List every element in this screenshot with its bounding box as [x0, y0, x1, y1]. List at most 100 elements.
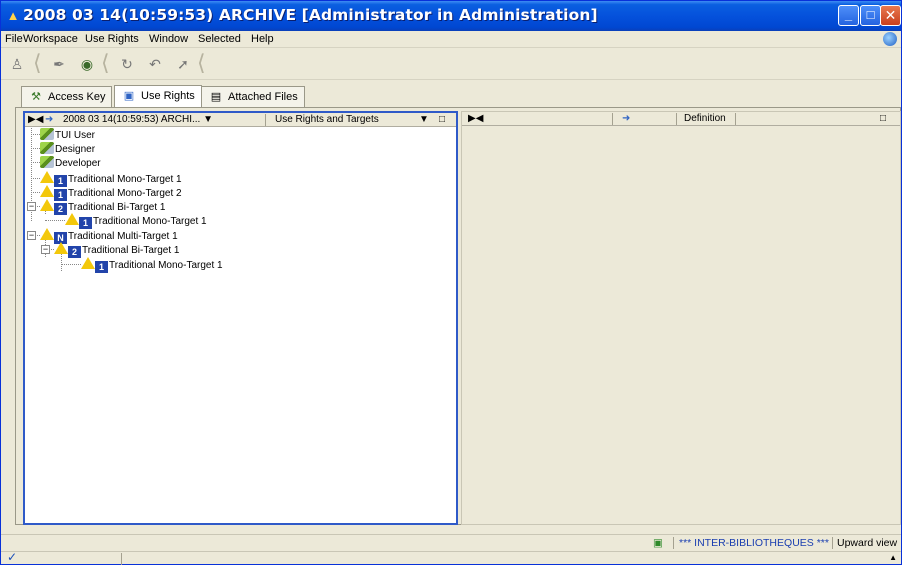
warning-icon [81, 257, 95, 269]
undo-icon[interactable]: ↶ [145, 54, 165, 74]
tree-node-designer[interactable]: Designer [31, 142, 95, 156]
header-separator [265, 114, 266, 126]
view-mode-text[interactable]: Upward view [837, 537, 897, 549]
tree-node-label: Developer [55, 158, 101, 169]
tree-node-bi-target-1[interactable]: 2 Traditional Bi-Target 1 [37, 199, 166, 215]
tree-node-label: Traditional Bi-Target 1 [82, 245, 180, 256]
tree-connector [31, 134, 40, 135]
tab-label: Use Rights [141, 90, 195, 102]
tree-connector [31, 178, 40, 179]
toolbar-separator: ⟨ [33, 50, 42, 75]
tree-connector [31, 192, 40, 193]
mono-target-icon: 1 [95, 261, 108, 273]
tree-node-multi-child-bi-target-1[interactable]: 2 Traditional Bi-Target 1 [51, 242, 180, 258]
maximize-panel-icon[interactable]: □ [880, 113, 886, 124]
status-bar: ▣ *** INTER-BIBLIOTHEQUES *** Upward vie… [1, 534, 901, 551]
pen-icon[interactable]: ✒ [49, 54, 69, 74]
maximize-button[interactable]: □ [860, 5, 881, 26]
tab-label: Access Key [48, 91, 106, 103]
minimize-icon: _ [844, 7, 853, 22]
window-title: 2008 03 14(10:59:53) ARCHIVE [Administra… [23, 6, 598, 24]
check-icon: ✓ [7, 550, 18, 564]
monitor-icon: ▣ [123, 90, 135, 102]
tree-panel-header: ▶◀ ➜ 2008 03 14(10:59:53) ARCHI... ▼ Use… [25, 113, 456, 127]
tree-node-label: Designer [55, 144, 96, 155]
document-icon: ▤ [210, 91, 222, 103]
title-bar[interactable]: ▲ 2008 03 14(10:59:53) ARCHIVE [Administ… [1, 1, 901, 31]
expand-toggle[interactable]: − [27, 231, 36, 240]
warning-icon [40, 185, 54, 197]
status-globe-icon [883, 32, 897, 46]
close-button[interactable]: ✕ [880, 5, 901, 26]
tree-node-label: TUI User [55, 130, 95, 141]
menu-workspace[interactable]: Workspace [23, 33, 78, 45]
bottom-bar: ✓ ▲ [1, 550, 901, 565]
tab-strip: ⚒ Access Key ▣ Use Rights ▤ Attached Files [1, 81, 901, 107]
menu-bar: File Workspace Use Rights Window Selecte… [1, 31, 901, 48]
definition-panel: ▶◀ ➜ Definition □ [461, 111, 901, 525]
menu-help[interactable]: Help [251, 33, 274, 45]
status-separator [673, 537, 674, 549]
status-separator [832, 537, 833, 549]
view-select-arrow-icon[interactable]: ▼ [419, 114, 429, 125]
toolbar-separator: ⟨ [101, 50, 110, 75]
menu-use-rights[interactable]: Use Rights [85, 33, 139, 45]
users-icon[interactable]: ♙ [7, 54, 27, 74]
refresh-icon[interactable]: ↻ [117, 54, 137, 74]
definition-column-header[interactable]: Definition [684, 113, 726, 124]
menu-window[interactable]: Window [149, 33, 188, 45]
library-status-text: *** INTER-BIBLIOTHEQUES *** [679, 537, 829, 549]
tree-node-mono-target-2[interactable]: 1 Traditional Mono-Target 2 [31, 185, 182, 201]
tab-access-key[interactable]: ⚒ Access Key [21, 86, 113, 107]
user-group-icon [40, 128, 54, 140]
minimize-button[interactable]: _ [838, 5, 859, 26]
warning-icon [40, 199, 54, 211]
arrow-right-icon[interactable]: ➜ [45, 114, 53, 125]
expand-toggle[interactable]: − [41, 245, 50, 254]
archive-select[interactable]: 2008 03 14(10:59:53) ARCHI... ▼ [63, 114, 213, 125]
toolbar-separator: ⟨ [197, 50, 206, 75]
user-group-icon [40, 142, 54, 154]
forward-icon[interactable]: ➚ [173, 54, 193, 74]
tree-node-multi-child-mono-target-1[interactable]: 1 Traditional Mono-Target 1 [61, 257, 223, 273]
tree-node-label: Traditional Mono-Target 2 [68, 188, 182, 199]
header-separator [735, 113, 736, 125]
menu-selected[interactable]: Selected [198, 33, 241, 45]
user-group-icon [40, 156, 54, 168]
close-icon: ✕ [884, 7, 897, 23]
maximize-panel-icon[interactable]: □ [439, 114, 445, 125]
header-separator [612, 113, 613, 125]
collapse-icon[interactable]: ▶◀ [468, 113, 483, 124]
tree-node-label: Traditional Multi-Target 1 [68, 231, 178, 242]
globe-icon[interactable]: ◉ [77, 54, 97, 74]
expand-toggle[interactable]: − [27, 202, 36, 211]
tab-attached-files[interactable]: ▤ Attached Files [201, 86, 305, 107]
tab-label: Attached Files [228, 91, 298, 103]
app-icon: ▲ [6, 8, 20, 23]
warning-icon [54, 242, 68, 254]
tab-use-rights[interactable]: ▣ Use Rights [114, 85, 202, 107]
key-icon: ⚒ [31, 91, 41, 103]
tree-connector [61, 264, 81, 265]
warning-icon [40, 228, 54, 240]
scroll-up-icon[interactable]: ▲ [889, 553, 897, 562]
library-status-icon: ▣ [653, 537, 663, 549]
tree-node-bi-child-mono-target-1[interactable]: 1 Traditional Mono-Target 1 [45, 213, 207, 229]
tree-node-mono-target-1[interactable]: 1 Traditional Mono-Target 1 [31, 171, 182, 187]
menu-file[interactable]: File [5, 33, 23, 45]
app-window: ▲ 2008 03 14(10:59:53) ARCHIVE [Administ… [0, 0, 902, 565]
tree-node-label: Traditional Mono-Target 1 [68, 174, 182, 185]
header-separator [676, 113, 677, 125]
collapse-icon[interactable]: ▶◀ [28, 114, 43, 125]
warning-icon [65, 213, 79, 225]
tree-node-developer[interactable]: Developer [31, 156, 101, 170]
tree-connector [31, 148, 40, 149]
bottom-separator [121, 553, 122, 565]
arrow-right-icon[interactable]: ➜ [622, 113, 630, 124]
tree-node-tui-user[interactable]: TUI User [31, 128, 95, 142]
view-select[interactable]: Use Rights and Targets [275, 114, 379, 125]
tree-node-label: Traditional Mono-Target 1 [93, 216, 207, 227]
toolbar: ♙ ⟨ ✒ ◉ ⟨ ↻ ↶ ➚ ⟨ [1, 48, 901, 80]
tree-node-label: Traditional Bi-Target 1 [68, 202, 166, 213]
tree-node-multi-target-1[interactable]: N Traditional Multi-Target 1 [37, 228, 178, 244]
